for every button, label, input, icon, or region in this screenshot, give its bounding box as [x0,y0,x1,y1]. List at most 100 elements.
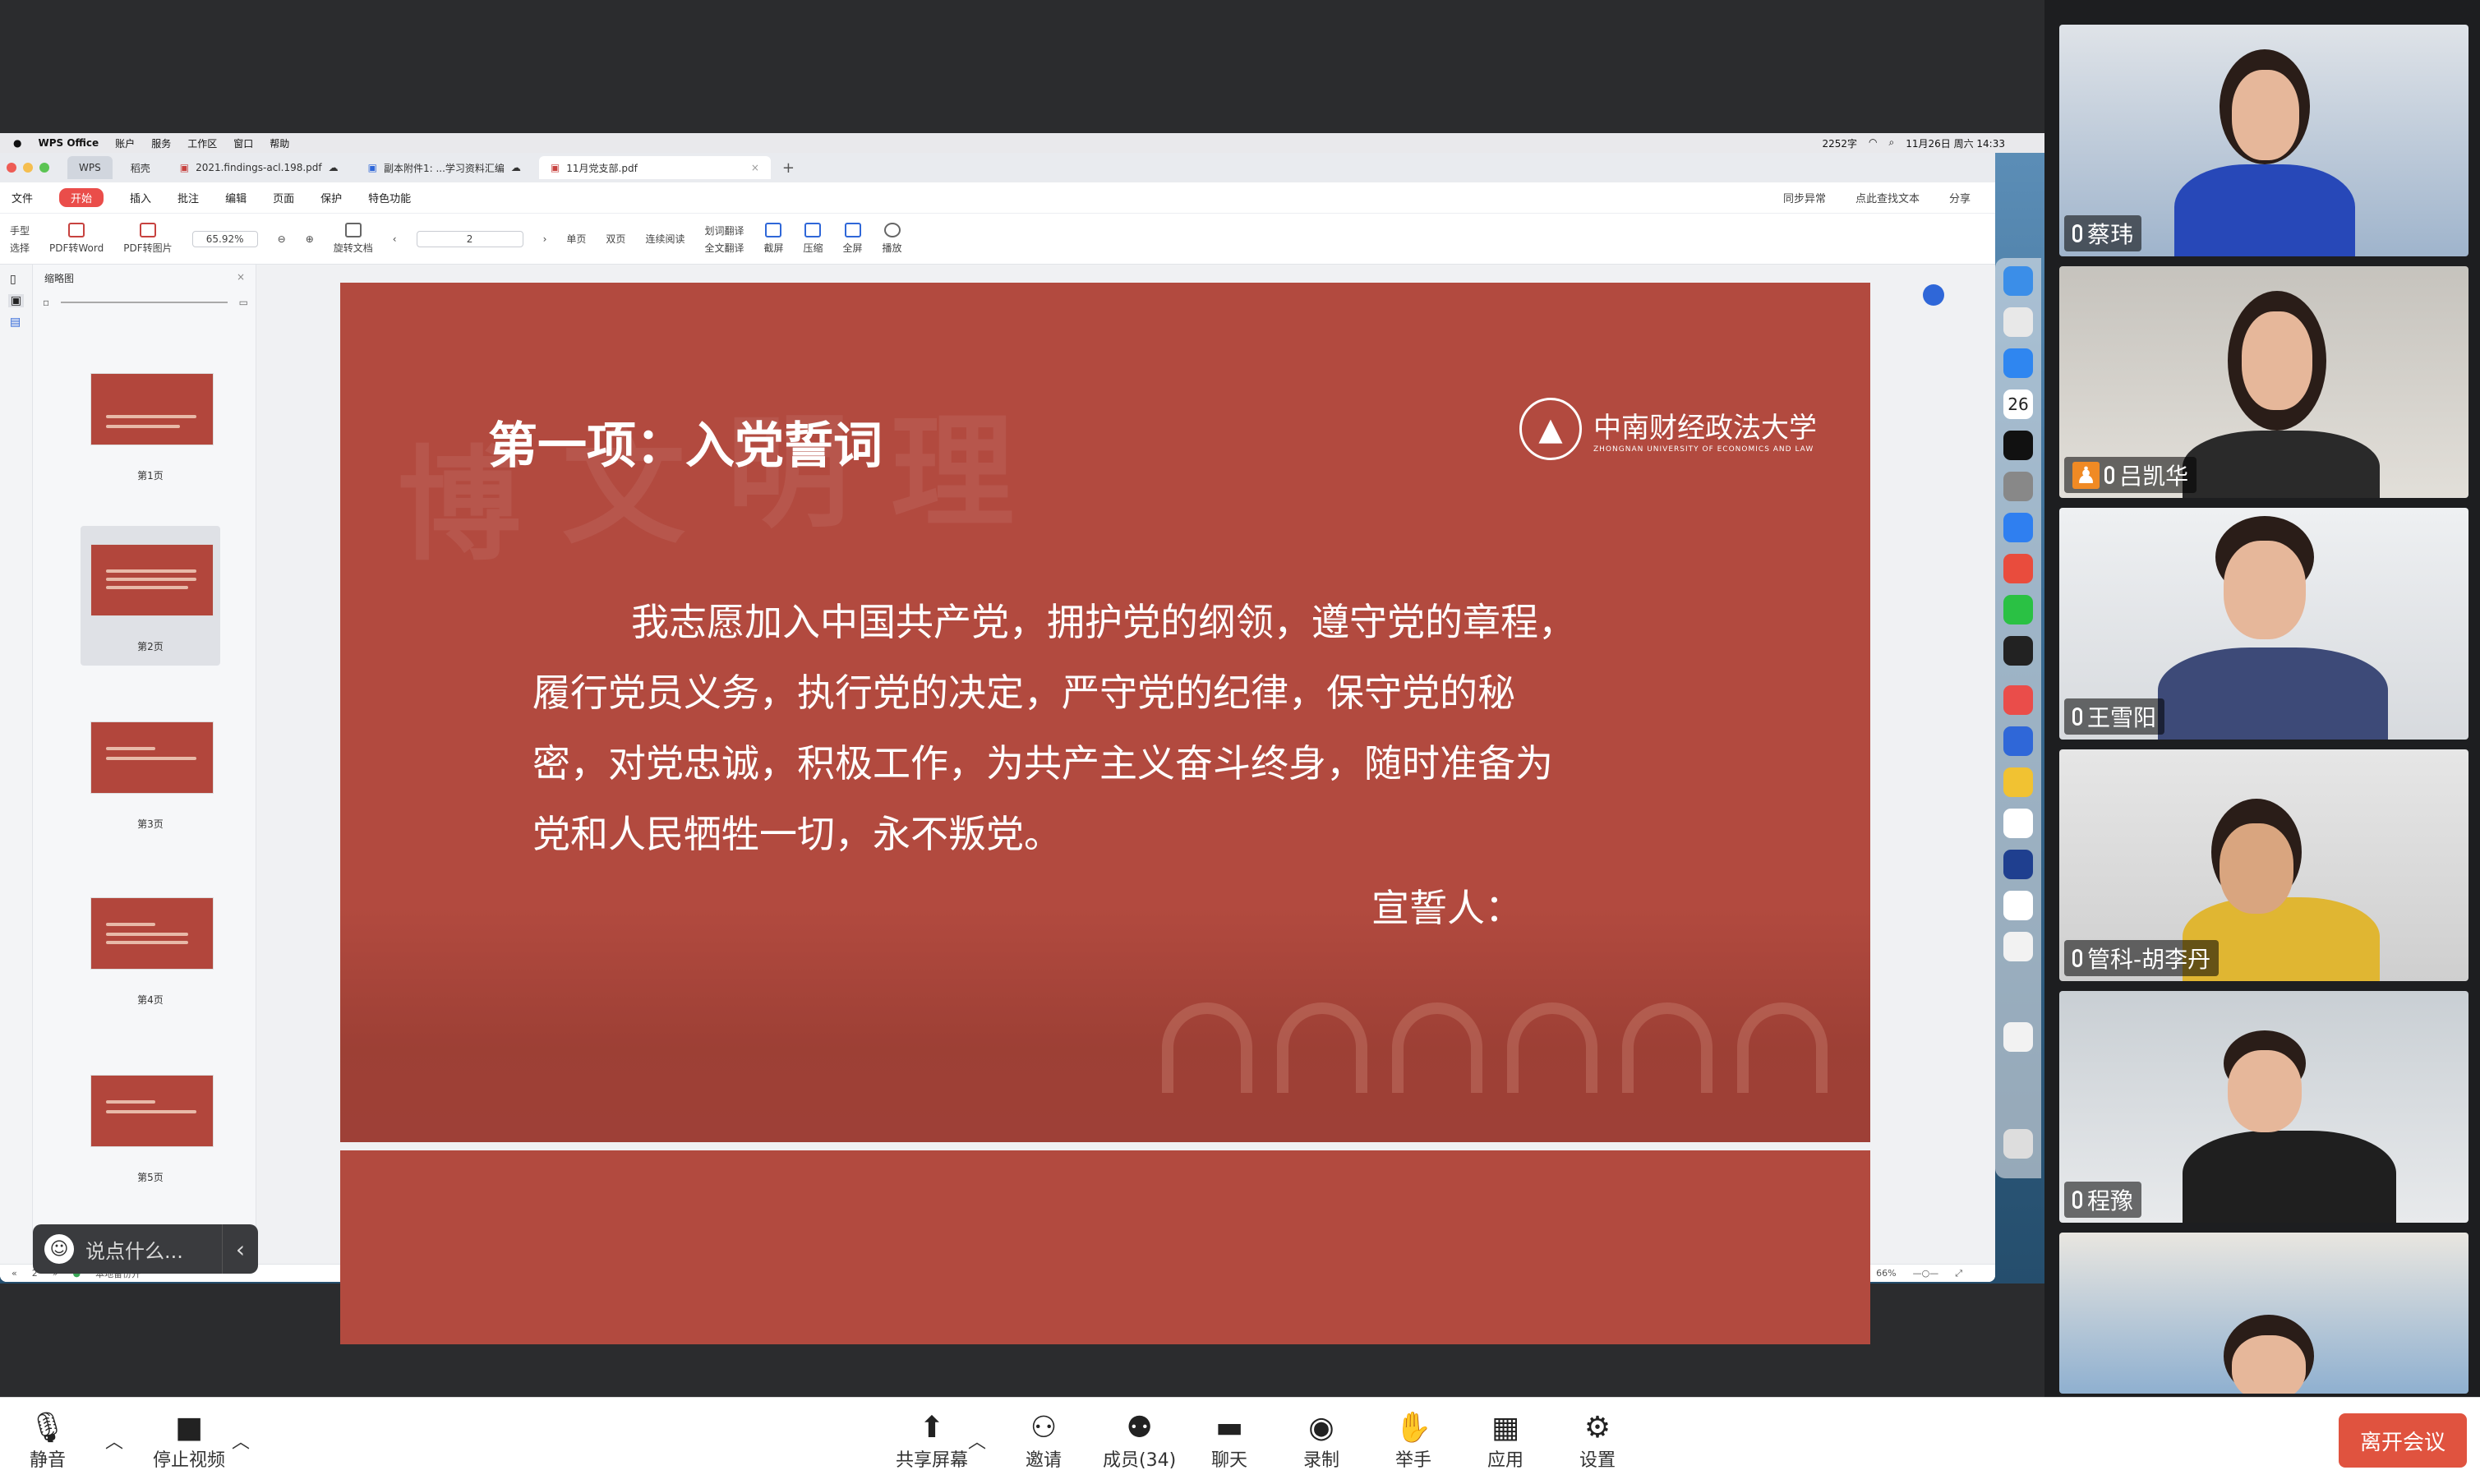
menubar-clock[interactable]: 11月26日 周六 14:33 [1906,136,2005,150]
calendar-icon[interactable]: 26 [2003,389,2033,419]
apps-button[interactable]: ▦ 应用 [1487,1409,1523,1472]
tab-daoke[interactable]: 稻壳 [119,156,162,179]
figma-icon[interactable] [2003,554,2033,583]
menubar-item[interactable]: 工作区 [187,136,217,150]
members-button[interactable]: ⚉ 成员(34) [1103,1409,1176,1472]
terminal-icon[interactable] [2003,431,2033,460]
lark-icon[interactable] [2003,513,2033,542]
raise-hand-button[interactable]: ✋ 举手 [1395,1409,1432,1472]
participant-tile[interactable]: ♟ 吕凯华 [2059,266,2468,498]
collapse-chat-icon[interactable]: ‹ [222,1224,258,1274]
thumbnail-page-2[interactable]: 第2页 [81,526,220,666]
thumbnail-page-5[interactable]: 第5页 [81,1057,220,1196]
word-app-icon[interactable] [2003,726,2033,756]
invite-button[interactable]: ⚇ 邀请 [1026,1409,1062,1472]
emoji-icon[interactable]: ☺ [44,1234,74,1264]
menubar-item[interactable]: 服务 [151,136,171,150]
share-button[interactable]: 分享 [1949,190,1971,205]
sync-status[interactable]: 同步异常 [1783,190,1826,205]
video-options-chevron-icon[interactable]: ︿ [232,1427,250,1454]
chat-input-bubble[interactable]: ☺ 说点什么... ‹ [33,1224,258,1274]
wechat-icon[interactable] [2003,595,2033,624]
zoom-field[interactable]: 65.92% [191,230,258,247]
record-button[interactable]: ◉ 录制 [1303,1409,1339,1472]
menu-insert[interactable]: 插入 [130,190,151,205]
share-screen-button[interactable]: ⬆ 共享屏幕 [896,1409,968,1472]
safari-icon[interactable] [2003,348,2033,378]
search-icon[interactable]: ⌕ [1889,136,1895,150]
minimize-window-button[interactable] [23,163,33,173]
fullscreen-button[interactable]: 全屏 [843,223,863,255]
close-tab-icon[interactable]: × [751,162,759,173]
screenshot-button[interactable]: 截屏 [763,223,783,255]
prev-page-icon[interactable]: ‹ [393,233,397,245]
menu-file[interactable]: 文件 [12,190,33,205]
menubar-app-name[interactable]: WPS Office [38,137,99,149]
leave-meeting-button[interactable]: 离开会议 [2339,1413,2467,1468]
chrome-icon[interactable] [2003,767,2033,797]
system-preferences-icon[interactable] [2003,472,2033,501]
single-page-button[interactable]: 单页 [566,232,586,246]
menubar-item[interactable]: 帮助 [270,136,289,150]
zoom-window-button[interactable] [39,163,49,173]
compress-button[interactable]: 压缩 [803,223,823,255]
close-window-button[interactable] [7,163,16,173]
apple-menu-icon[interactable]: ● [13,137,21,149]
menu-edit[interactable]: 编辑 [225,190,247,205]
word-translate-button[interactable]: 划词翻译 [704,224,744,237]
zoom-slider[interactable]: —○— [1913,1268,1939,1279]
close-panel-icon[interactable]: × [237,271,245,283]
menubar-item[interactable]: 账户 [115,136,135,150]
qq-icon[interactable] [2003,636,2033,666]
finder-icon[interactable] [2003,266,2033,296]
find-text-button[interactable]: 点此查找文本 [1855,190,1920,205]
menu-page[interactable]: 页面 [273,190,294,205]
continuous-reading-button[interactable]: 连续阅读 [645,232,685,246]
zoom-in-icon[interactable]: ⊕ [306,233,314,245]
zoom-out-icon[interactable]: ⊖ [278,233,286,245]
baidu-netdisk-icon[interactable] [2003,891,2033,920]
thumbnail-icon[interactable]: ▣ [8,294,24,307]
tab-doc-copy[interactable]: ▣ 副本附件1: ...学习资料汇编 ☁ [357,156,532,179]
bookmark-icon[interactable]: ▯ [10,273,22,286]
audio-options-chevron-icon[interactable]: ︿ [105,1427,123,1454]
document-stack-icon[interactable] [2003,1022,2033,1052]
participant-tile[interactable] [2059,1233,2468,1394]
textedit-icon[interactable] [2003,809,2033,838]
tab-pdf-findings[interactable]: ▣ 2021.findings-acl.198.pdf ☁ [168,156,350,179]
select-tool-label[interactable]: 选择 [10,241,30,255]
app-store-icon[interactable] [2003,932,2033,961]
status-zoom[interactable]: 66% [1876,1268,1896,1279]
menu-start[interactable]: 开始 [59,188,104,207]
double-page-button[interactable]: 双页 [606,232,625,246]
thumbnail-size-slider[interactable]: ▫ ▭ [43,294,248,311]
participant-tile[interactable]: 王雪阳 [2059,508,2468,740]
fit-window-icon[interactable]: ⤢ [1955,1268,1962,1279]
participant-tile[interactable]: 管科-胡李丹 [2059,749,2468,981]
menu-protect[interactable]: 保护 [320,190,342,205]
thumbnail-page-1[interactable]: 第1页 [81,355,220,495]
wifi-icon[interactable]: ◠ [1869,136,1877,150]
chat-button[interactable]: ▬ 聊天 [1211,1409,1247,1472]
pdf-to-word-button[interactable]: PDF转Word [49,223,104,255]
rotate-button[interactable]: 旋转文档 [334,223,373,255]
participant-tile[interactable]: 程豫 [2059,991,2468,1223]
participant-tile[interactable]: 蔡玮 [2059,25,2468,256]
tab-party-branch-pdf[interactable]: ▣ 11月党支部.pdf × [538,156,771,179]
hand-tool-button[interactable]: 手型 选择 [10,224,30,255]
new-tab-icon[interactable]: + [782,159,795,177]
wps-icon[interactable] [2003,685,2033,715]
chat-input-placeholder[interactable]: 说点什么... [85,1235,183,1264]
assistant-icon[interactable] [1923,284,1944,306]
menu-comment[interactable]: 批注 [177,190,199,205]
layers-icon[interactable]: ▤ [10,316,22,329]
menubar-item[interactable]: 窗口 [233,136,253,150]
share-options-chevron-icon[interactable]: ︿ [968,1427,986,1454]
first-page-icon[interactable]: « [12,1268,17,1279]
next-page-icon[interactable]: › [543,233,547,245]
thumbnail-page-4[interactable]: 第4页 [81,879,220,1019]
pdf-to-image-button[interactable]: PDF转图片 [123,223,173,255]
star-app-icon[interactable] [2003,850,2033,879]
page-number-field[interactable]: 2 [416,230,523,247]
trash-icon[interactable] [2003,1129,2033,1159]
